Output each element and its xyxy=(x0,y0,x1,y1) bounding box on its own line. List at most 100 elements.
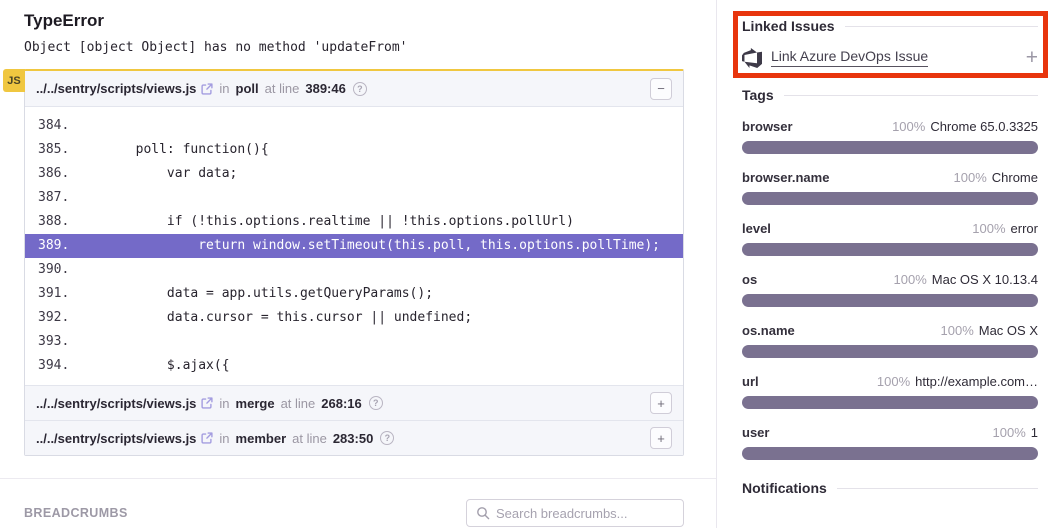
external-link-icon xyxy=(201,397,213,409)
external-link-icon xyxy=(201,83,213,95)
add-linked-issue-button[interactable]: + xyxy=(1026,47,1038,68)
linked-issues-heading: Linked Issues xyxy=(742,18,1038,34)
line-source: data.cursor = this.cursor || undefined; xyxy=(73,310,472,325)
heading-rule xyxy=(845,26,1038,27)
external-link-icon xyxy=(201,432,213,444)
question-icon[interactable]: ? xyxy=(369,396,383,410)
question-icon[interactable]: ? xyxy=(353,82,367,96)
tag-key: url xyxy=(742,374,759,389)
tag-row: os.name 100%Mac OS X xyxy=(742,323,1038,358)
main-content: TypeError Object [object Object] has no … xyxy=(0,0,716,528)
frame-in-label: in xyxy=(219,396,229,411)
tag-distribution-bar xyxy=(742,192,1038,205)
tag-key: level xyxy=(742,221,771,236)
tag-value[interactable]: Chrome xyxy=(992,170,1038,185)
frame-line-number: 268:16 xyxy=(321,396,361,411)
stack-frame-header[interactable]: ../../sentry/scripts/views.js in merge a… xyxy=(25,385,683,420)
line-source: if (!this.options.realtime || !this.opti… xyxy=(73,214,574,229)
frame-expand-button[interactable]: + xyxy=(650,427,672,449)
tag-row: user 100% 1 xyxy=(742,425,1038,460)
tag-value[interactable]: Mac OS X 10.13.4 xyxy=(932,272,1038,287)
line-number: 385. xyxy=(25,138,73,162)
tag-value[interactable]: error xyxy=(1011,221,1038,236)
tag-row: browser.name 100% Chrome xyxy=(742,170,1038,205)
tag-distribution-bar xyxy=(742,243,1038,256)
code-line: 393. xyxy=(25,330,683,354)
breadcrumbs-header: BREADCRUMBS xyxy=(24,499,684,527)
code-line: 392. data.cursor = this.cursor || undefi… xyxy=(25,306,683,330)
tag-row: browser 100%Chrome 65.0.3325 xyxy=(742,119,1038,154)
tag-percent: 100% xyxy=(954,170,987,185)
code-line: 391. data = app.utils.getQueryParams(); xyxy=(25,282,683,306)
breadcrumbs-search[interactable] xyxy=(466,499,684,527)
line-number: 388. xyxy=(25,210,73,234)
notifications-section: Notifications xyxy=(742,480,1038,496)
tag-distribution-bar xyxy=(742,141,1038,154)
frame-function: member xyxy=(236,431,287,446)
frame-in-label: in xyxy=(219,431,229,446)
code-line-highlighted: 389. return window.setTimeout(this.poll,… xyxy=(25,234,683,258)
tag-row: os 100% Mac OS X 10.13.4 xyxy=(742,272,1038,307)
tag-key: user xyxy=(742,425,769,440)
frame-filename-link[interactable]: ../../sentry/scripts/views.js xyxy=(36,431,196,446)
tag-key: browser xyxy=(742,119,793,134)
tag-value[interactable]: 1 xyxy=(1031,425,1038,440)
code-context: 384. 385. poll: function(){ 386. var dat… xyxy=(25,107,683,385)
tag-value[interactable]: Chrome 65.0.3325 xyxy=(930,119,1038,134)
tag-key: os xyxy=(742,272,757,287)
line-source: data = app.utils.getQueryParams(); xyxy=(73,286,433,301)
frame-expand-button[interactable]: + xyxy=(650,392,672,414)
tag-percent: 100% xyxy=(894,272,927,287)
frame-line-number: 389:46 xyxy=(305,81,345,96)
tag-percent: 100% xyxy=(993,425,1026,440)
notifications-title: Notifications xyxy=(742,480,827,496)
code-line: 387. xyxy=(25,186,683,210)
language-badge: JS xyxy=(3,69,25,92)
search-icon xyxy=(476,506,490,520)
code-line: 385. poll: function(){ xyxy=(25,138,683,162)
tag-value[interactable]: Mac OS X xyxy=(979,323,1038,338)
tag-distribution-bar xyxy=(742,396,1038,409)
frame-collapse-button[interactable]: − xyxy=(650,78,672,100)
frame-at-label: at line xyxy=(281,396,316,411)
frame-at-label: at line xyxy=(265,81,300,96)
tag-percent: 100% xyxy=(941,323,974,338)
sidebar: Linked Issues Link Azure DevOps Issue + … xyxy=(742,0,1038,496)
line-number: 389. xyxy=(25,234,73,258)
tag-distribution-bar xyxy=(742,294,1038,307)
frame-at-label: at line xyxy=(292,431,327,446)
tags-section: Tags browser 100%Chrome 65.0.3325 browse… xyxy=(742,87,1038,460)
notifications-heading: Notifications xyxy=(742,480,1038,496)
line-number: 386. xyxy=(25,162,73,186)
code-line: 390. xyxy=(25,258,683,282)
frame-filename-link[interactable]: ../../sentry/scripts/views.js xyxy=(36,81,196,96)
line-source: var data; xyxy=(73,166,237,181)
stack-frame-header[interactable]: ../../sentry/scripts/views.js in member … xyxy=(25,420,683,455)
linked-issues-section: Linked Issues Link Azure DevOps Issue + xyxy=(742,0,1038,68)
tag-distribution-bar xyxy=(742,447,1038,460)
linked-issue-row: Link Azure DevOps Issue + xyxy=(742,47,1038,68)
frame-filename-link[interactable]: ../../sentry/scripts/views.js xyxy=(36,396,196,411)
question-icon[interactable]: ? xyxy=(380,431,394,445)
line-number: 394. xyxy=(25,354,73,378)
tag-percent: 100% xyxy=(877,374,910,389)
line-number: 391. xyxy=(25,282,73,306)
section-divider xyxy=(0,478,716,479)
stack-frame-header[interactable]: ../../sentry/scripts/views.js in poll at… xyxy=(25,71,683,107)
search-input[interactable] xyxy=(496,506,674,521)
frame-function: poll xyxy=(236,81,259,96)
error-message: Object [object Object] has no method 'up… xyxy=(24,40,716,55)
code-line: 388. if (!this.options.realtime || !this… xyxy=(25,210,683,234)
code-line: 384. xyxy=(25,114,683,138)
link-azure-devops-issue-link[interactable]: Link Azure DevOps Issue xyxy=(771,48,928,67)
tag-key: browser.name xyxy=(742,170,829,185)
frame-line-number: 283:50 xyxy=(333,431,373,446)
linked-issues-title: Linked Issues xyxy=(742,18,835,34)
tag-value[interactable]: http://example.com… xyxy=(915,374,1038,389)
line-number: 390. xyxy=(25,258,73,282)
tag-row: url 100% http://example.com… xyxy=(742,374,1038,409)
tags-heading: Tags xyxy=(742,87,1038,103)
line-number: 387. xyxy=(25,186,73,210)
line-source: $.ajax({ xyxy=(73,358,230,373)
heading-rule xyxy=(837,488,1038,489)
